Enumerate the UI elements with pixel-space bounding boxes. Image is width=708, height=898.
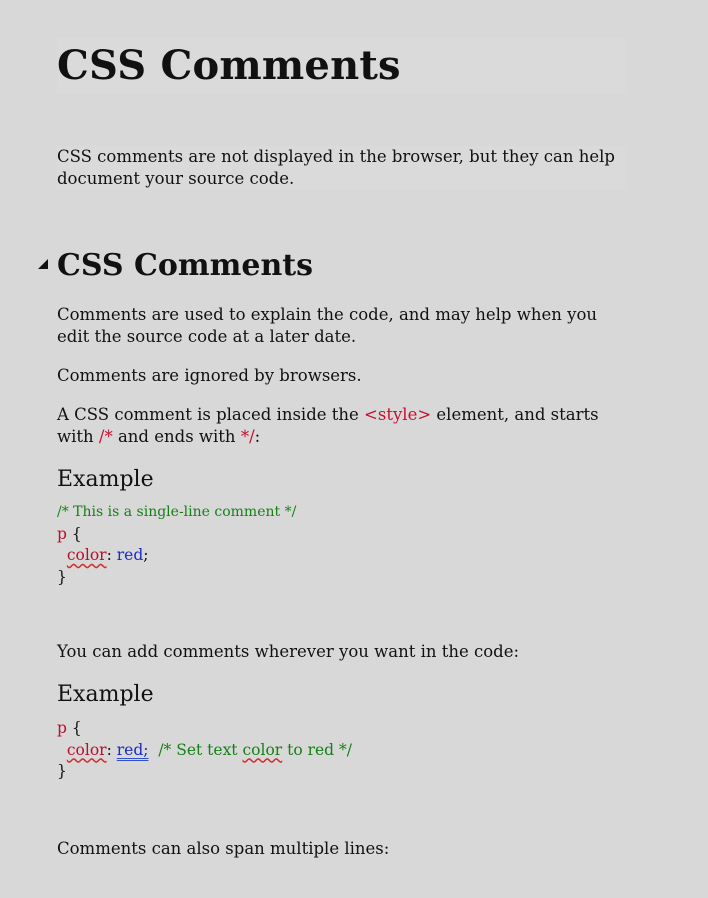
paragraph-placement: A CSS comment is placed inside the <styl… [57, 404, 627, 448]
code-brace: { [66, 524, 82, 543]
page-title: CSS Comments [57, 42, 401, 89]
para3-part-c: and ends with [112, 427, 241, 446]
paragraph-anywhere: You can add comments wherever you want i… [57, 641, 627, 663]
para3-part-a: A CSS comment is placed inside the [57, 405, 365, 424]
code-brace: } [57, 762, 67, 780]
code-selector: p [57, 719, 67, 737]
code-line: p { [57, 524, 627, 546]
collapse-triangle-icon[interactable] [38, 259, 48, 269]
section-heading: CSS Comments [57, 248, 314, 283]
example2-heading-block: Example [57, 681, 627, 709]
para-placement-text: A CSS comment is placed inside the <styl… [57, 404, 627, 448]
example1-heading-block: Example [57, 466, 627, 494]
code-line: } [57, 761, 627, 783]
para-ignored-text: Comments are ignored by browsers. [57, 366, 362, 385]
code-line: /* This is a single-line comment */ [57, 501, 627, 524]
code-selector: p [57, 524, 67, 543]
code-comment: /* This is a single-line comment */ [57, 504, 297, 520]
code-property: color [66, 546, 107, 564]
example2-heading: Example [57, 682, 154, 707]
code-colon: : [106, 740, 117, 759]
section-heading-block: CSS Comments [57, 248, 627, 284]
comment-close-code: */ [240, 427, 255, 446]
code-colon: : [106, 546, 117, 564]
code-line: } [57, 567, 627, 589]
example2-code: p { color: red; /* Set text color to red… [57, 718, 627, 783]
intro-paragraph: CSS comments are not displayed in the br… [57, 147, 615, 188]
code-line: color: red; /* Set text color to red */ [57, 740, 627, 762]
code-value: red [116, 546, 144, 564]
comment-open-code: /* [98, 427, 113, 446]
para-multiline-text: Comments can also span multiple lines: [57, 839, 390, 858]
code-brace: { [66, 719, 82, 737]
code-value: red; [116, 740, 149, 759]
paragraph-explain: Comments are used to explain the code, a… [57, 304, 627, 348]
paragraph-multiline: Comments can also span multiple lines: [57, 838, 627, 860]
code-semicolon: ; [143, 546, 149, 564]
paragraph-ignored: Comments are ignored by browsers. [57, 365, 627, 387]
code-comment-word: color [242, 740, 283, 759]
code-comment-part-a: /* Set text [148, 740, 243, 759]
code-brace: } [57, 567, 67, 586]
page: CSS Comments CSS comments are not displa… [0, 0, 708, 898]
code-comment-part-b: to red */ [282, 740, 353, 759]
code-line: color: red; [57, 545, 627, 567]
intro-block: CSS comments are not displayed in the br… [57, 146, 627, 190]
code-property: color [66, 740, 107, 759]
style-tag-code: <style> [364, 405, 432, 424]
para-explain-text: Comments are used to explain the code, a… [57, 305, 598, 346]
para-anywhere-text: You can add comments wherever you want i… [57, 642, 520, 661]
para3-part-d: : [254, 427, 261, 446]
code-line: p { [57, 718, 627, 740]
page-title-block: CSS Comments [57, 38, 627, 94]
example1-code: /* This is a single-line comment */ p { c… [57, 501, 627, 588]
example1-heading: Example [57, 467, 154, 492]
